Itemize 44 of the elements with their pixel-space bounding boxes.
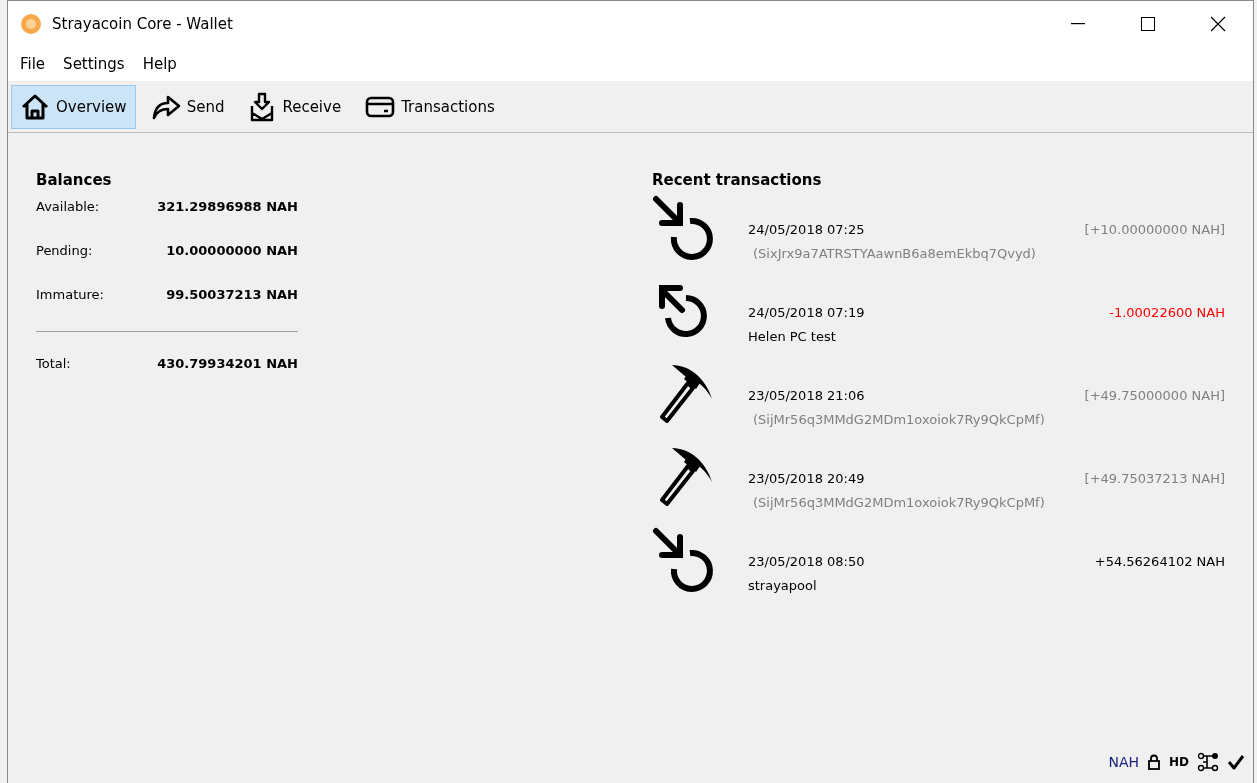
total-value: 430.79934201 NAH [157, 356, 298, 371]
checkmark-icon [1227, 754, 1245, 770]
transaction-amount: +54.56264102 NAH [1094, 554, 1225, 569]
transaction-date: 23/05/2018 21:06 [748, 388, 866, 403]
hd-label: HD [1169, 755, 1189, 769]
toolbar-tab[interactable]: Receive [239, 84, 351, 129]
transaction-amount: -1.00022600 NAH [1109, 305, 1225, 320]
transaction-label: Helen PC test [748, 328, 837, 344]
balance-value: 99.50037213 NAH [166, 287, 298, 302]
section-title: Recent transactions [652, 171, 823, 189]
transaction-label: strayapool [748, 577, 818, 593]
balance-label: Pending: [36, 243, 93, 258]
maximize-icon [1140, 16, 1156, 32]
transaction-date: 24/05/2018 07:25 [748, 222, 866, 237]
transaction-amount: [+49.75000000 NAH] [1084, 388, 1225, 403]
toolbar-tab[interactable]: Overview [11, 84, 136, 129]
network-icon [1197, 752, 1219, 772]
transaction-amount: [+49.75037213 NAH] [1084, 471, 1225, 486]
menu-item[interactable]: Settings [55, 51, 133, 77]
toolbar-tab[interactable]: Transactions [356, 84, 504, 129]
menu-item[interactable]: Help [134, 51, 185, 77]
lock-icon [1147, 754, 1161, 770]
window-title: Strayacoin Core - Wallet [52, 15, 234, 33]
transaction-date: 23/05/2018 20:49 [748, 471, 866, 486]
transaction-date: 23/05/2018 08:50 [748, 554, 866, 569]
transaction-address: (SixJrx9a7ATRSTYAawnB6a8emEkbq7Qvyd) [752, 245, 1037, 261]
transaction-address: (SijMr56q3MMdG2MDm1oxoiok7Ry9QkCpMf) [752, 494, 1046, 510]
total-label: Total: [36, 356, 71, 371]
unit-label[interactable]: NAH [1108, 754, 1139, 770]
minimize-icon [1071, 23, 1085, 25]
section-title: Balances [36, 171, 113, 189]
balance-label: Immature: [36, 287, 104, 302]
menu-item[interactable]: File [12, 51, 54, 77]
balance-label: Available: [36, 199, 100, 214]
home-icon [20, 92, 50, 121]
balance-value: 321.29896988 NAH [157, 199, 298, 214]
balance-value: 10.00000000 NAH [166, 243, 298, 258]
transaction-date: 24/05/2018 07:19 [748, 305, 866, 320]
close-icon [1210, 16, 1226, 32]
card-icon [365, 94, 396, 119]
toolbar-tab[interactable]: Send [141, 84, 234, 129]
transaction-amount: [+10.00000000 NAH] [1084, 222, 1225, 237]
transaction-address: (SijMr56q3MMdG2MDm1oxoiok7Ry9QkCpMf) [752, 411, 1046, 427]
coin-logo-icon [20, 13, 42, 35]
